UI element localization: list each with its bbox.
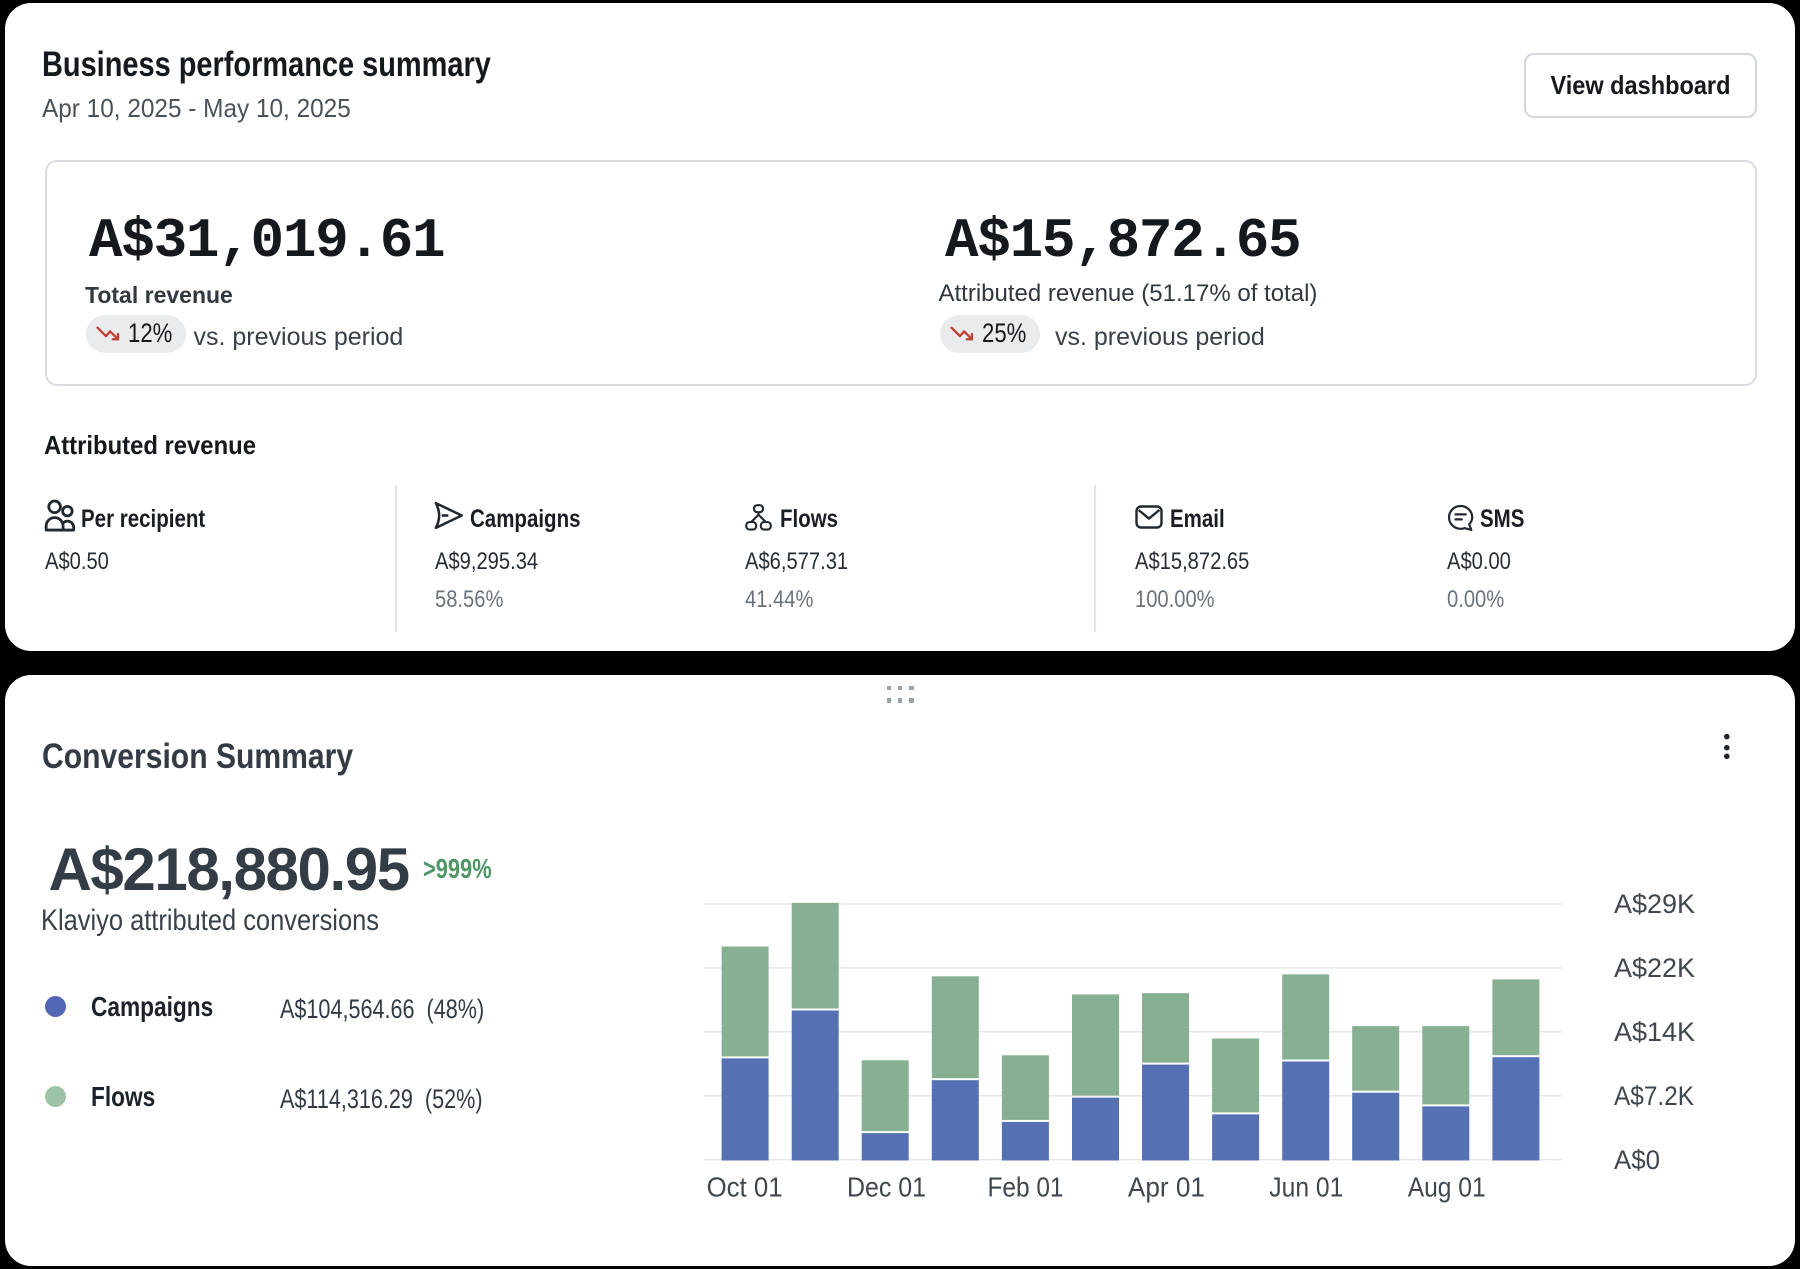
svg-text:A$0: A$0 [1614, 1145, 1660, 1175]
svg-text:Dec 01: Dec 01 [847, 1172, 926, 1203]
svg-text:Jun 01: Jun 01 [1269, 1172, 1343, 1203]
svg-text:Oct 01: Oct 01 [707, 1172, 783, 1203]
svg-text:A$29K: A$29K [1614, 889, 1695, 919]
svg-text:A$22K: A$22K [1614, 953, 1695, 983]
svg-text:A$7.2K: A$7.2K [1614, 1081, 1694, 1111]
svg-text:Apr 01: Apr 01 [1128, 1172, 1205, 1203]
svg-text:Feb 01: Feb 01 [988, 1172, 1064, 1203]
svg-text:Aug 01: Aug 01 [1408, 1172, 1486, 1203]
svg-text:A$14K: A$14K [1614, 1017, 1695, 1047]
